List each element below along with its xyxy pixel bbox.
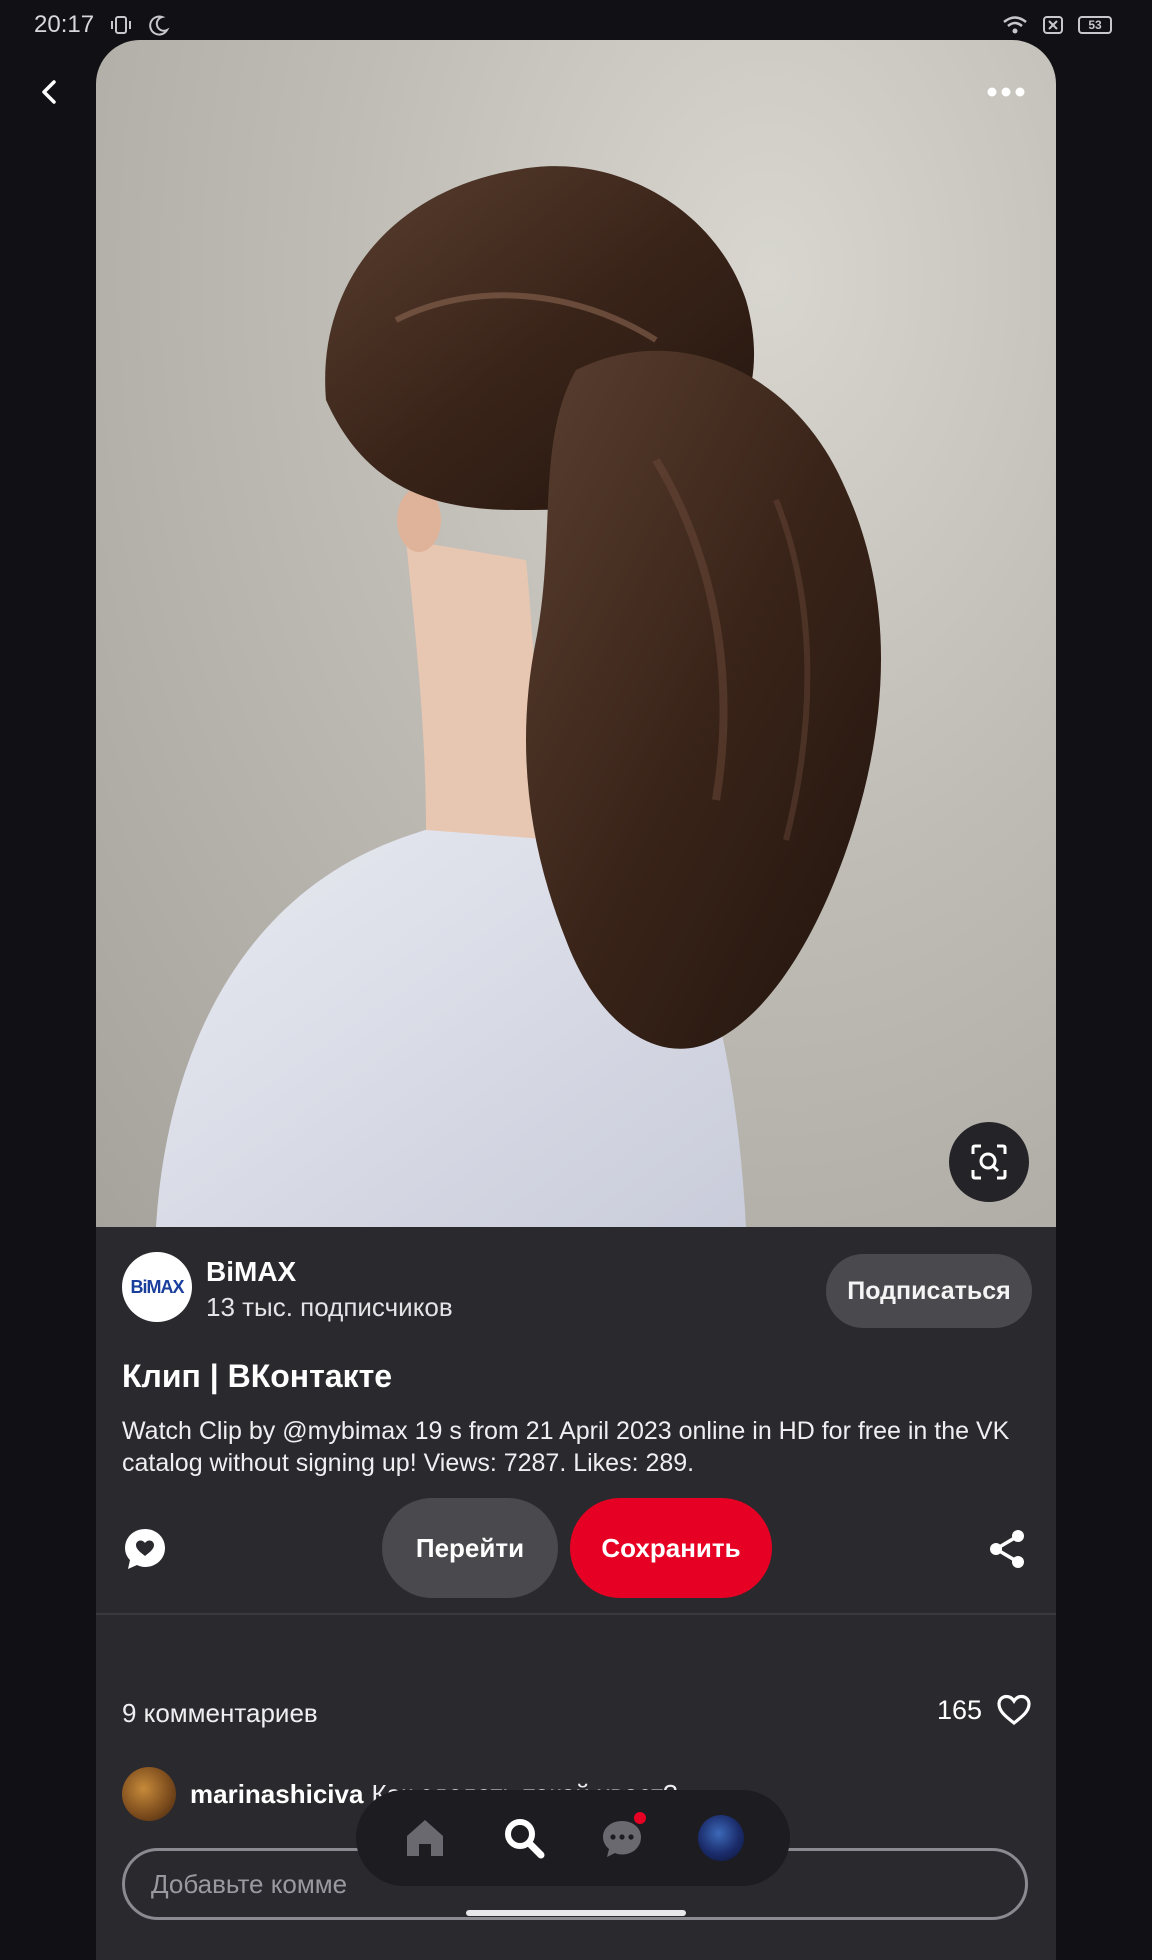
- pin-title: Клип | ВКонтакте: [122, 1358, 393, 1394]
- divider: [96, 1613, 1056, 1615]
- author-row: BiMAX BiMAX 13 тыс. подписчиков Подписат…: [122, 1252, 1032, 1332]
- nav-messages[interactable]: [592, 1808, 652, 1868]
- status-time: 20:17: [34, 11, 95, 38]
- subscribe-button[interactable]: Подписаться: [826, 1254, 1032, 1328]
- goto-button[interactable]: Перейти: [382, 1498, 558, 1598]
- hairstyle-photo: [156, 166, 881, 1227]
- no-sim-icon: [1043, 16, 1063, 34]
- comment-username[interactable]: marinashiciva: [190, 1779, 363, 1810]
- visual-search-button[interactable]: [949, 1122, 1029, 1202]
- nav-search[interactable]: [494, 1808, 554, 1868]
- comment-heart-icon: [125, 1529, 165, 1569]
- pin-description: Watch Clip by @mybimax 19 s from 21 Apri…: [122, 1417, 1010, 1477]
- add-comment-placeholder: Добавьте комме: [151, 1868, 348, 1899]
- comments-header: 9 комментариев 165: [122, 1695, 1032, 1738]
- pin-image[interactable]: [96, 40, 1056, 1227]
- visual-search-icon: [971, 1144, 1007, 1180]
- bottom-nav: [356, 1790, 790, 1886]
- search-icon: [504, 1819, 545, 1859]
- save-button[interactable]: Сохранить: [570, 1498, 772, 1598]
- likes: 165: [937, 1694, 1032, 1726]
- profile-avatar: [697, 1815, 744, 1861]
- do-not-disturb-icon: [149, 15, 170, 36]
- vibrate-icon: [111, 16, 132, 34]
- home-icon: [407, 1820, 444, 1856]
- comment-button[interactable]: [122, 1526, 168, 1572]
- notification-dot: [634, 1812, 647, 1824]
- commenter-avatar[interactable]: [122, 1767, 176, 1821]
- author-avatar[interactable]: BiMAX: [122, 1252, 192, 1322]
- home-indicator[interactable]: [466, 1910, 686, 1916]
- share-icon: [990, 1530, 1024, 1568]
- nav-profile[interactable]: [691, 1808, 751, 1868]
- pin-card: BiMAX BiMAX 13 тыс. подписчиков Подписат…: [96, 40, 1056, 1960]
- action-bar: Перейти Сохранить: [96, 1498, 1056, 1598]
- author-name[interactable]: BiMAX: [206, 1256, 296, 1288]
- share-button[interactable]: [986, 1528, 1028, 1570]
- author-subscribers: 13 тыс. подписчиков: [206, 1292, 453, 1322]
- back-button[interactable]: [18, 60, 82, 124]
- heart-icon[interactable]: [996, 1694, 1032, 1726]
- chevron-left-icon: [42, 80, 56, 104]
- nav-home[interactable]: [395, 1808, 455, 1868]
- wifi-icon: [1003, 16, 1027, 34]
- likes-count: 165: [936, 1694, 982, 1725]
- bimax-logo: BiMAX: [130, 1276, 185, 1297]
- more-horizontal-icon: [987, 87, 1025, 97]
- battery-icon: 53: [1078, 16, 1112, 34]
- more-button[interactable]: [974, 60, 1038, 124]
- comments-count[interactable]: 9 комментариев: [122, 1698, 318, 1729]
